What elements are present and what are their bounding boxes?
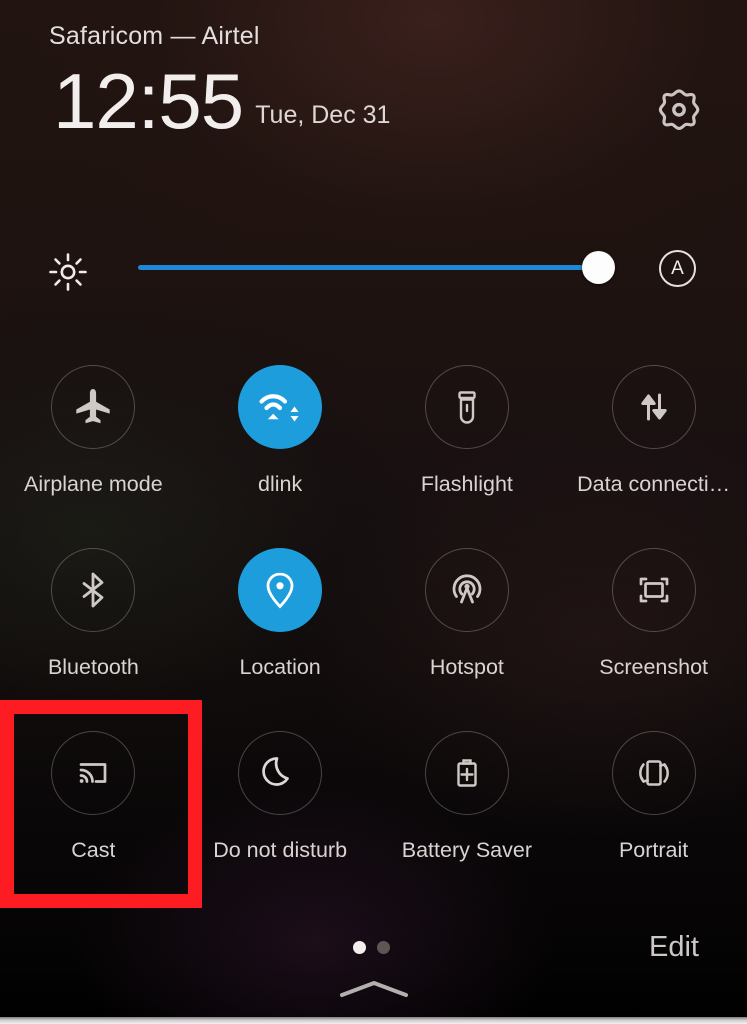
clock-time: 12:55 [53,57,244,145]
auto-brightness-icon[interactable]: A [659,250,696,287]
tile-label: Portrait [618,838,689,862]
brightness-row [0,238,747,302]
tile-grid: Airplane mode dlink Flashlight Data conn… [0,360,747,909]
tile-flashlight[interactable]: Flashlight [374,360,561,543]
navigation-bar-handle [0,1017,747,1024]
auto-brightness-label: A [671,257,684,279]
tile-label: Data connecti… [577,472,731,496]
wifi-icon [238,365,323,449]
tile-location[interactable]: Location [187,543,374,726]
tile-label: Battery Saver [401,838,532,862]
carrier-label: Safaricom — Airtel [49,22,260,50]
brightness-slider-thumb[interactable] [582,251,615,284]
tile-do-not-disturb[interactable]: Do not disturb [187,726,374,909]
bluetooth-icon [51,548,136,632]
brightness-slider-track[interactable] [138,265,598,270]
flashlight-icon [424,365,509,449]
clock-date: Tue, Dec 31 [255,101,391,129]
tile-label: Airplane mode [24,472,163,496]
location-pin-icon [238,548,323,632]
quick-settings-panel: Safaricom — Airtel 12:55 Tue, Dec 31 A A… [0,0,747,1024]
tile-row: Bluetooth Location Hotspot Screenshot [0,543,747,726]
brightness-sun-icon [46,252,90,292]
screen-rotation-icon [611,731,696,815]
tile-data-connection[interactable]: Data connecti… [560,360,747,543]
tile-cast[interactable]: Cast [0,726,187,909]
tile-label: Do not disturb [213,838,348,862]
tile-row: Airplane mode dlink Flashlight Data conn… [0,360,747,543]
screenshot-icon [611,548,696,632]
moon-icon [238,731,323,815]
tile-hotspot[interactable]: Hotspot [374,543,561,726]
tile-wifi[interactable]: dlink [187,360,374,543]
tile-screenshot[interactable]: Screenshot [560,543,747,726]
airplane-icon [51,365,136,449]
tile-label: Bluetooth [47,655,139,679]
tile-row: Cast Do not disturb Battery Saver Portra… [0,726,747,909]
page-indicator [353,941,390,954]
page-dot-1[interactable] [353,941,366,954]
tile-label: Flashlight [420,472,513,496]
page-dot-2[interactable] [377,941,390,954]
gear-icon[interactable] [657,88,701,132]
battery-plus-icon [424,731,509,815]
tile-airplane-mode[interactable]: Airplane mode [0,360,187,543]
tile-label: Hotspot [429,655,504,679]
tile-label: dlink [258,472,303,496]
tile-battery-saver[interactable]: Battery Saver [374,726,561,909]
edit-button[interactable]: Edit [639,925,709,970]
chevron-up-icon[interactable] [338,978,410,1000]
tile-label: Screenshot [599,655,708,679]
cast-icon [51,731,136,815]
tile-bluetooth[interactable]: Bluetooth [0,543,187,726]
tile-label: Cast [71,838,116,862]
tile-label: Location [239,655,321,679]
clock-block: 12:55 Tue, Dec 31 [53,62,390,140]
data-transfer-icon [611,365,696,449]
hotspot-icon [424,548,509,632]
tile-portrait[interactable]: Portrait [560,726,747,909]
